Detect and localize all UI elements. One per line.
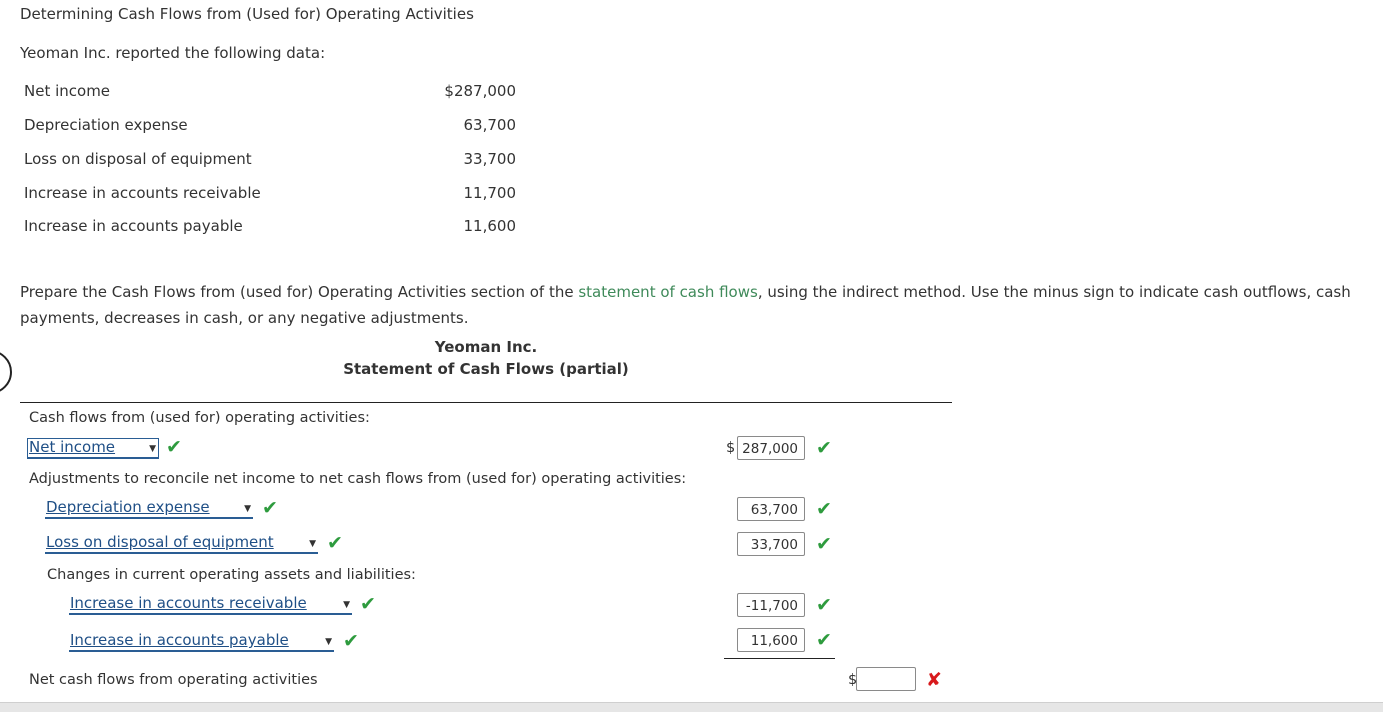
check-icon: ✔: [166, 436, 182, 458]
check-icon: ✔: [360, 593, 376, 615]
select-value: Increase in accounts receivable: [70, 594, 307, 612]
accounts-payable-amount-input[interactable]: 11,600: [737, 628, 805, 652]
currency-symbol: $: [726, 440, 736, 456]
depreciation-select[interactable]: Depreciation expense ▼: [45, 499, 253, 519]
check-icon: ✔: [816, 498, 832, 520]
accounts-payable-select[interactable]: Increase in accounts payable ▼: [69, 632, 334, 652]
chevron-down-icon: ▼: [309, 539, 316, 549]
check-icon: ✔: [816, 594, 832, 616]
given-value: $287,000: [444, 82, 516, 100]
net-income-amount-input[interactable]: 287,000: [737, 436, 805, 460]
adjustments-heading: Adjustments to reconcile net income to n…: [29, 471, 687, 487]
check-icon: ✔: [816, 533, 832, 555]
section-heading: Cash flows from (used for) operating act…: [29, 410, 370, 426]
given-label: Increase in accounts receivable: [24, 184, 261, 202]
check-icon: ✔: [262, 497, 278, 519]
given-label: Loss on disposal of equipment: [24, 150, 252, 168]
chevron-down-icon: ▼: [325, 637, 332, 647]
instructions: Prepare the Cash Flows from (used for) O…: [20, 279, 1365, 331]
statement-title: Statement of Cash Flows (partial): [343, 360, 629, 378]
changes-heading: Changes in current operating assets and …: [47, 567, 416, 583]
chevron-down-icon: ▼: [244, 504, 251, 514]
problem-title: Determining Cash Flows from (Used for) O…: [20, 5, 474, 23]
select-value: Depreciation expense: [46, 498, 210, 516]
given-value: 11,600: [463, 217, 517, 235]
given-label: Depreciation expense: [24, 116, 188, 134]
company-name: Yeoman Inc.: [434, 338, 538, 356]
check-icon: ✔: [343, 630, 359, 652]
cross-icon: ✘: [926, 669, 942, 691]
statement-of-cash-flows-link[interactable]: statement of cash flows: [578, 283, 757, 301]
given-value: 11,700: [463, 184, 517, 202]
select-value: Increase in accounts payable: [70, 631, 289, 649]
check-icon: ✔: [327, 532, 343, 554]
check-icon: ✔: [816, 437, 832, 459]
given-label: Increase in accounts payable: [24, 217, 243, 235]
given-value: 33,700: [463, 150, 517, 168]
loss-disposal-amount-input[interactable]: 33,700: [737, 532, 805, 556]
net-cash-flows-input[interactable]: [856, 667, 916, 691]
accounts-receivable-select[interactable]: Increase in accounts receivable ▼: [69, 595, 352, 615]
check-icon: ✔: [816, 629, 832, 651]
problem-intro: Yeoman Inc. reported the following data:: [20, 44, 326, 62]
chevron-down-icon: ▼: [149, 444, 156, 454]
instructions-text: Prepare the Cash Flows from (used for) O…: [20, 283, 579, 301]
subtotal-line: [724, 658, 835, 659]
select-value: Loss on disposal of equipment: [46, 533, 274, 551]
accounts-receivable-amount-input[interactable]: -11,700: [737, 593, 805, 617]
net-income-select[interactable]: Net income ▼: [27, 438, 159, 459]
given-value: 63,700: [463, 116, 517, 134]
depreciation-amount-input[interactable]: 63,700: [737, 497, 805, 521]
chevron-down-icon: ▼: [343, 600, 350, 610]
statement-divider: [20, 402, 952, 403]
select-value: Net income: [29, 438, 116, 456]
loss-disposal-select[interactable]: Loss on disposal of equipment ▼: [45, 534, 318, 554]
net-cash-flows-label: Net cash flows from operating activities: [29, 672, 318, 688]
given-label: Net income: [24, 82, 111, 100]
